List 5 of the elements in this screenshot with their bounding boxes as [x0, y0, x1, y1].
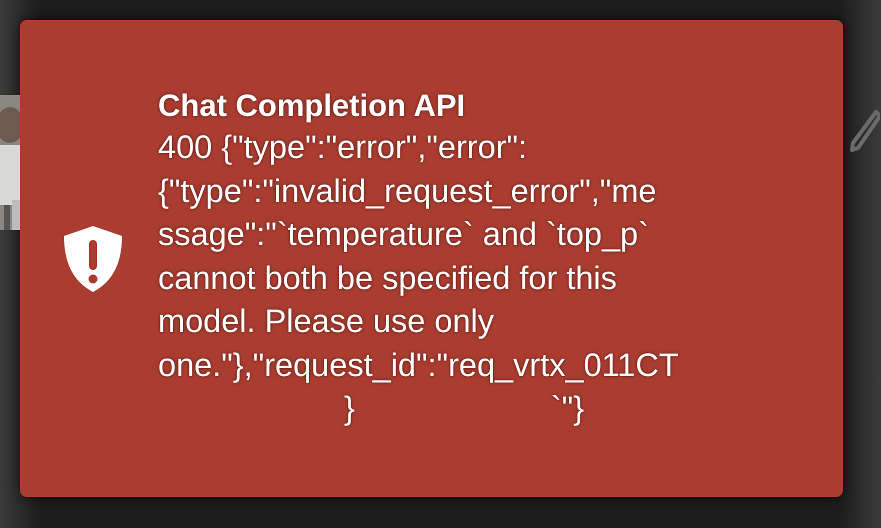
toast-title: Chat Completion API: [158, 87, 466, 126]
message-fragment: }: [344, 389, 355, 428]
message-fragment: `"}: [550, 389, 584, 428]
pencil-icon[interactable]: [850, 110, 880, 152]
error-message: 400 {"type":"error","error": {"type":"invalid_request_error","me ssage":"`temperature` and `top_p` cannot both be specified for this model. Please use only one."},"request_id":"req_vrtx_011CT: [158, 128, 679, 385]
